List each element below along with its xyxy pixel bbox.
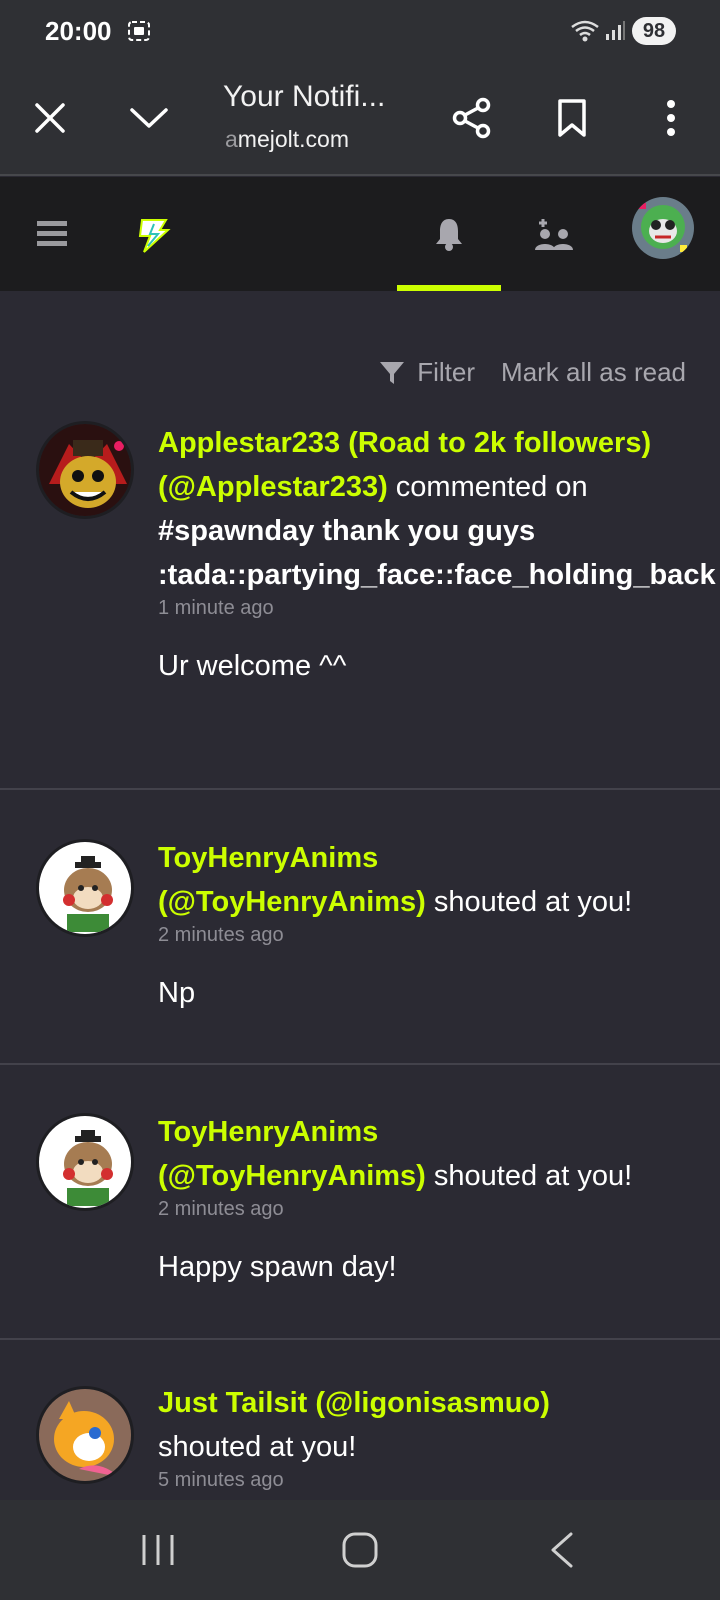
notification-item[interactable]: Just Tailsit (@ligonisasmuo) shouted at … — [0, 1340, 720, 1500]
avatar[interactable] — [36, 421, 134, 519]
notification-body: ToyHenryAnims (@ToyHenryAnims) shouted a… — [158, 1110, 720, 1284]
mark-all-read-button[interactable]: Mark all as read — [501, 357, 686, 388]
url-prefix: a — [225, 126, 238, 152]
user-avatar[interactable] — [632, 197, 694, 259]
notification-user[interactable]: Just Tailsit (@ligonisasmuo) — [158, 1387, 550, 1419]
notification-time: 5 minutes ago — [158, 1469, 284, 1491]
notification-body: Just Tailsit (@ligonisasmuo) shouted at … — [158, 1381, 720, 1492]
status-time: 20:00 — [45, 16, 112, 46]
avatar[interactable] — [36, 1386, 134, 1484]
close-icon[interactable] — [22, 90, 78, 146]
notification-action: commented on — [395, 471, 588, 503]
notification-target[interactable]: #spawnday thank you guys :tada::partying… — [158, 515, 716, 591]
share-icon[interactable] — [444, 90, 500, 146]
notification-time: 2 minutes ago — [158, 924, 284, 946]
notification-body: ToyHenryAnims (@ToyHenryAnims) shouted a… — [158, 836, 720, 1010]
notification-user[interactable]: ToyHenryAnims — [158, 1116, 378, 1148]
notification-action: shouted at you! — [433, 1160, 633, 1192]
battery-icon: 98 — [632, 17, 676, 45]
chevron-down-icon[interactable] — [121, 90, 177, 146]
notification-username[interactable]: (@ToyHenryAnims) — [158, 1160, 426, 1192]
feed-toolbar: Filter Mark all as read — [379, 357, 686, 388]
recent-apps-icon[interactable] — [128, 1520, 188, 1580]
notification-action: shouted at you! — [158, 1431, 357, 1463]
notification-message: Happy spawn day! — [158, 1251, 397, 1283]
system-nav-bar — [0, 1500, 720, 1600]
page-url[interactable]: amejolt.com — [225, 126, 349, 153]
site-nav — [0, 177, 720, 291]
filter-button[interactable]: Filter — [379, 357, 475, 388]
notification-action: shouted at you! — [433, 886, 633, 918]
notification-body: Applestar233 (Road to 2k followers) (@Ap… — [158, 421, 720, 683]
gamejolt-logo-icon[interactable] — [120, 177, 184, 291]
screen-record-icon — [128, 21, 150, 41]
browser-toolbar: Your Notifi... amejolt.com — [0, 62, 720, 176]
notification-user[interactable]: ToyHenryAnims — [158, 842, 378, 874]
notifications-feed: Filter Mark all as read Applestar233 (Ro… — [0, 291, 720, 1500]
friends-icon[interactable] — [510, 177, 596, 291]
notification-item[interactable]: Applestar233 (Road to 2k followers) (@Ap… — [0, 421, 720, 790]
avatar[interactable] — [36, 839, 134, 937]
back-icon[interactable] — [532, 1520, 592, 1580]
home-icon[interactable] — [330, 1520, 390, 1580]
notification-time: 2 minutes ago — [158, 1198, 284, 1220]
notification-message: Ur welcome ^^ — [158, 650, 347, 682]
notification-time: 1 minute ago — [158, 597, 274, 619]
notification-text: ToyHenryAnims (@ToyHenryAnims) shouted a… — [158, 1110, 720, 1198]
notification-item[interactable]: ToyHenryAnims (@ToyHenryAnims) shouted a… — [0, 1065, 720, 1340]
signal-icon — [606, 21, 625, 40]
wifi-icon — [571, 20, 599, 42]
notification-item[interactable]: ToyHenryAnims (@ToyHenryAnims) shouted a… — [0, 790, 720, 1065]
notification-text: Applestar233 (Road to 2k followers) (@Ap… — [158, 421, 720, 597]
notification-text: Just Tailsit (@ligonisasmuo) shouted at … — [158, 1381, 720, 1469]
bell-icon[interactable] — [397, 177, 501, 291]
status-bar: 20:00 98 — [0, 0, 720, 62]
avatar[interactable] — [36, 1113, 134, 1211]
notification-username[interactable]: (@ToyHenryAnims) — [158, 886, 426, 918]
notification-text: ToyHenryAnims (@ToyHenryAnims) shouted a… — [158, 836, 720, 924]
notification-message: Np — [158, 977, 196, 1009]
bookmark-icon[interactable] — [544, 90, 600, 146]
url-domain: mejolt.com — [237, 126, 349, 152]
more-vert-icon[interactable] — [643, 90, 699, 146]
filter-icon — [380, 361, 405, 384]
filter-label: Filter — [417, 357, 476, 387]
hamburger-menu-icon[interactable] — [22, 177, 82, 291]
page-title[interactable]: Your Notifi... — [223, 80, 385, 114]
